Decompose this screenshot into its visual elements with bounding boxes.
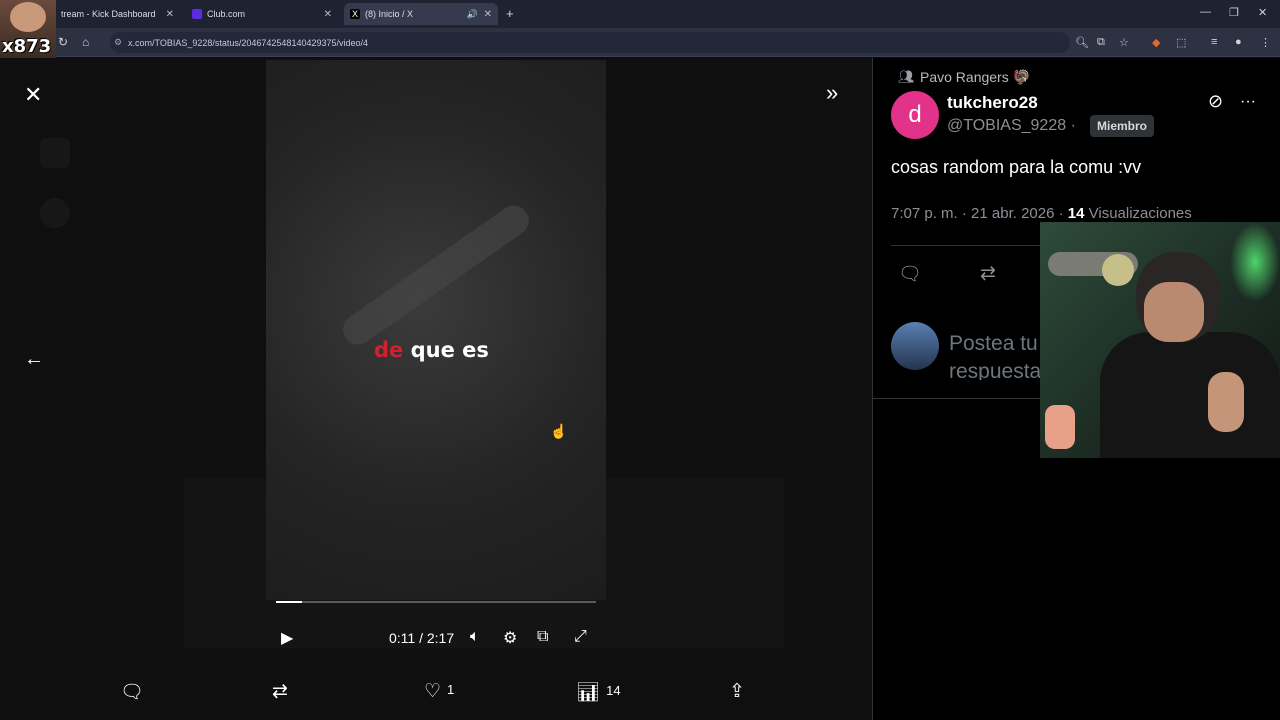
community-label[interactable]: 👥︎ Pavo Rangers 🦃: [898, 69, 1030, 86]
post-views-count: 14: [1067, 205, 1085, 222]
tab-kick-dashboard[interactable]: tream - Kick Dashboard ✕: [40, 3, 180, 25]
community-icon: 👥︎: [898, 69, 915, 84]
repost-button[interactable]: ⇄: [272, 680, 288, 703]
reply-button[interactable]: 🗨︎: [120, 680, 144, 704]
play-icon[interactable]: ▶: [281, 628, 293, 648]
post-views-label: Visualizaciones: [1088, 205, 1192, 222]
reload-icon[interactable]: ↻: [58, 35, 68, 49]
close-tab-icon[interactable]: ✕: [166, 9, 174, 20]
panel-repost-icon[interactable]: ⇄: [980, 262, 996, 285]
video-progress-bar[interactable]: [276, 601, 596, 603]
sticker-character: [1045, 405, 1075, 449]
webcam-overlay: [1040, 222, 1280, 458]
post-timestamp[interactable]: 7:07 p. m. · 21 abr. 2026 ·: [891, 205, 1064, 222]
username[interactable]: tukchero28: [947, 93, 1038, 113]
like-count: 1: [447, 682, 455, 697]
divider: [872, 398, 1042, 399]
streamer-overlay: x873: [0, 0, 56, 60]
close-window-icon[interactable]: ✕: [1258, 6, 1267, 19]
cast-icon[interactable]: ⧉: [1097, 36, 1105, 49]
more-options-icon[interactable]: ···: [1240, 93, 1256, 111]
tab-club[interactable]: Club.com ✕: [186, 3, 338, 25]
like-button[interactable]: ♡ 1: [424, 680, 454, 703]
browser-menu-icon[interactable]: ⋮: [1260, 36, 1271, 49]
avatar[interactable]: d: [891, 91, 939, 139]
reply-input[interactable]: Postea tu respuesta: [949, 330, 1049, 380]
expand-panel-icon[interactable]: »: [826, 80, 838, 106]
panel-reply-icon[interactable]: 🗨︎: [898, 262, 922, 286]
post-text: cosas random para la comu :vv: [891, 157, 1142, 177]
extension-icon[interactable]: ◆: [1152, 36, 1160, 49]
media-control-icon[interactable]: ≡: [1211, 36, 1217, 48]
club-favicon-icon: [192, 9, 202, 19]
fullscreen-icon[interactable]: ⤢: [574, 628, 587, 646]
caption-highlight: de: [374, 338, 404, 362]
extensions-puzzle-icon[interactable]: ⬚: [1176, 36, 1186, 49]
home-icon[interactable]: ⌂: [82, 35, 89, 49]
close-tab-icon[interactable]: ✕: [324, 9, 332, 20]
url-text: x.com/TOBIAS_9228/status/204674254814042…: [128, 37, 369, 48]
address-bar-row: ↻ ⌂ ⚙ x.com/TOBIAS_9228/status/204674254…: [0, 28, 1280, 57]
site-info-icon[interactable]: ⚙: [114, 37, 122, 48]
x-favicon-icon: X: [350, 9, 360, 19]
profile-avatar-icon[interactable]: ●: [1235, 36, 1242, 48]
audio-icon[interactable]: 🔊: [467, 9, 478, 20]
zoom-icon[interactable]: 🔍︎: [1075, 36, 1089, 49]
video-caption: de que es: [374, 338, 489, 362]
grok-icon[interactable]: ⊘: [1208, 91, 1223, 112]
url-field[interactable]: ⚙ x.com/TOBIAS_9228/status/2046742548140…: [110, 32, 1070, 53]
reply-avatar: [891, 322, 939, 370]
new-tab-icon[interactable]: +: [506, 6, 514, 21]
volume-icon[interactable]: 🔈︎: [470, 628, 480, 646]
tab-x-inicio[interactable]: X (8) Inicio / X 🔊 ✕: [344, 3, 498, 25]
view-count: 14: [606, 683, 621, 698]
tab-label: tream - Kick Dashboard: [61, 9, 156, 19]
close-viewer-icon[interactable]: ✕: [24, 82, 42, 108]
tab-label: Club.com: [207, 9, 246, 19]
tab-label: (8) Inicio / X: [365, 9, 414, 19]
pip-icon[interactable]: ⧉: [537, 628, 548, 646]
streamer-tag: x873: [2, 36, 52, 57]
member-badge: Miembro: [1090, 115, 1155, 137]
maximize-icon[interactable]: ❐: [1229, 6, 1239, 19]
streamer-face: [10, 2, 46, 32]
caption-text: que es: [410, 338, 489, 362]
video-frame[interactable]: [266, 60, 606, 600]
share-button[interactable]: ⇪: [729, 680, 745, 703]
video-progress-fill: [276, 601, 302, 603]
views-button[interactable]: 📊︎ 14: [576, 680, 621, 704]
browser-tab-bar: tream - Kick Dashboard ✕ Club.com ✕ X (8…: [0, 0, 1280, 28]
video-time: 0:11 / 2:17: [389, 630, 455, 646]
post-meta: 7:07 p. m. · 21 abr. 2026 · 14 Visualiza…: [891, 205, 1192, 222]
bookmark-star-icon[interactable]: ☆: [1119, 36, 1129, 49]
settings-gear-icon[interactable]: ⚙: [503, 628, 517, 648]
minimize-icon[interactable]: —: [1200, 6, 1211, 18]
previous-media-icon[interactable]: ←: [24, 348, 44, 371]
close-tab-icon[interactable]: ✕: [484, 9, 492, 20]
user-handle[interactable]: @TOBIAS_9228 ·: [947, 117, 1076, 135]
cursor-hand-icon: ☝: [550, 423, 568, 439]
